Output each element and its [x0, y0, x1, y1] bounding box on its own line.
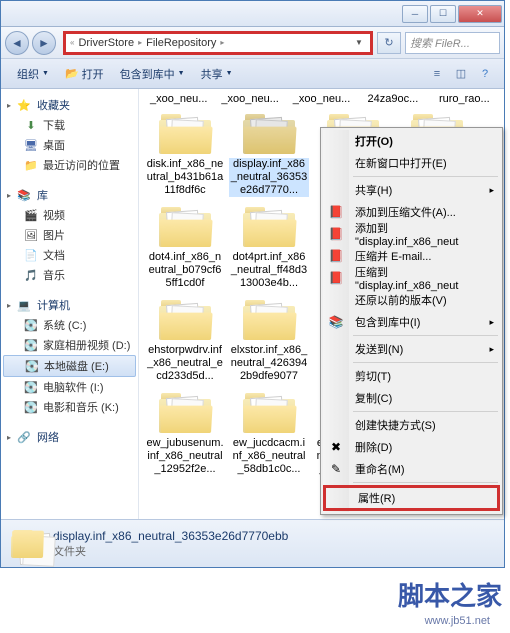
folder-item[interactable]: display.inf_x86_neutral_36353e26d7770...	[227, 108, 311, 201]
archive-icon: 📕	[328, 227, 344, 241]
status-bar: display.inf_x86_neutral_36353e26d7770ebb…	[1, 519, 504, 567]
organize-menu[interactable]: 组织▼	[9, 59, 57, 88]
folder-label: dot4.inf_x86_neutral_b079cf65ff1cd0f	[145, 251, 225, 290]
folder-label: dot4prt.inf_x86_neutral_ff48d313003e4b..…	[229, 251, 309, 290]
address-dropdown[interactable]: ▼	[352, 33, 366, 53]
folder-label: disk.inf_x86_neutral_b431b61a11f8df6c	[145, 158, 225, 197]
folder-icon	[157, 391, 213, 435]
status-name: display.inf_x86_neutral_36353e26d7770ebb	[53, 529, 288, 543]
ctx-rename[interactable]: ✎重命名(M)	[323, 458, 500, 480]
chevron-right-icon[interactable]: ▸	[220, 38, 224, 47]
folder-icon	[241, 205, 297, 249]
sidebar-item-drive-d[interactable]: 💽家庭相册视频 (D:)	[1, 335, 138, 355]
back-button[interactable]: ◄	[5, 31, 29, 55]
sidebar: ▸⭐收藏夹 ⬇下载 🖥桌面 📁最近访问的位置 ▸📚库 🎬视频 🖼图片 📄文档 🎵…	[1, 89, 139, 567]
folder-icon	[157, 205, 213, 249]
folder-icon	[241, 112, 297, 156]
watermark: 脚本之家	[398, 576, 502, 613]
ctx-open[interactable]: 打开(O)	[323, 130, 500, 152]
ctx-restore-versions[interactable]: 还原以前的版本(V)	[323, 289, 500, 311]
search-input[interactable]: 搜索 FileR...	[405, 32, 500, 54]
sidebar-item-downloads[interactable]: ⬇下载	[1, 115, 138, 135]
forward-button[interactable]: ►	[32, 31, 56, 55]
open-button[interactable]: 📂打开	[57, 59, 112, 88]
preview-pane-button[interactable]: ◫	[450, 63, 472, 85]
address-bar[interactable]: « DriverStore ▸ FileRepository ▸ ▼	[63, 31, 373, 55]
sidebar-item-desktop[interactable]: 🖥桌面	[1, 135, 138, 155]
folder-item[interactable]: ew_jubusenum.inf_x86_neutral_12952f2e...	[143, 387, 227, 480]
folder-label: elxstor.inf_x86_neutral_4263942b9dfe9077	[229, 344, 309, 383]
breadcrumb-item[interactable]: FileRepository	[142, 37, 220, 49]
navbar: ◄ ► « DriverStore ▸ FileRepository ▸ ▼ ↻…	[1, 27, 504, 59]
archive-icon: 📕	[328, 205, 344, 219]
ctx-share[interactable]: 共享(H)▸	[323, 179, 500, 201]
ctx-shortcut[interactable]: 创建快捷方式(S)	[323, 414, 500, 436]
folder-label: ehstorpwdrv.inf_x86_neutral_ecd233d5d...	[145, 344, 225, 383]
partial-row: _xoo_neu... _xoo_neu... _xoo_neu... 24za…	[143, 93, 500, 106]
sidebar-item-videos[interactable]: 🎬视频	[1, 205, 138, 225]
ctx-delete[interactable]: ✖删除(D)	[323, 436, 500, 458]
titlebar: ─ ☐ ✕	[1, 1, 504, 27]
ctx-send-to[interactable]: 发送到(N)▸	[323, 338, 500, 360]
folder-item[interactable]: dot4prt.inf_x86_neutral_ff48d313003e4b..…	[227, 201, 311, 294]
watermark-url: www.jb51.net	[425, 615, 490, 627]
folder-icon	[9, 528, 45, 560]
ctx-open-new-window[interactable]: 在新窗口中打开(E)	[323, 152, 500, 174]
refresh-button[interactable]: ↻	[377, 32, 401, 54]
sidebar-favorites[interactable]: ▸⭐收藏夹	[1, 95, 138, 115]
context-menu: 打开(O) 在新窗口中打开(E) 共享(H)▸ 📕添加到压缩文件(A)... 📕…	[320, 127, 503, 515]
folder-item[interactable]: disk.inf_x86_neutral_b431b61a11f8df6c	[143, 108, 227, 201]
sidebar-item-drive-i[interactable]: 💽电脑软件 (I:)	[1, 377, 138, 397]
folder-icon	[241, 391, 297, 435]
archive-icon: 📕	[328, 271, 344, 285]
sidebar-computer[interactable]: ▸💻计算机	[1, 295, 138, 315]
view-button[interactable]: ≡	[426, 63, 448, 85]
breadcrumb-item[interactable]: DriverStore	[74, 37, 138, 49]
folder-item[interactable]: dot4.inf_x86_neutral_b079cf65ff1cd0f	[143, 201, 227, 294]
help-button[interactable]: ?	[474, 63, 496, 85]
sidebar-item-drive-e[interactable]: 💽本地磁盘 (E:)	[3, 355, 136, 377]
toolbar: 组织▼ 📂打开 包含到库中▼ 共享▼ ≡ ◫ ?	[1, 59, 504, 89]
ctx-add-to[interactable]: 📕添加到 "display.inf_x86_neut	[323, 223, 500, 245]
sidebar-item-pictures[interactable]: 🖼图片	[1, 225, 138, 245]
delete-icon: ✖	[328, 440, 344, 454]
folder-icon	[157, 112, 213, 156]
ctx-zip-to[interactable]: 📕压缩到 "display.inf_x86_neut	[323, 267, 500, 289]
folder-item[interactable]: ew_jucdcacm.inf_x86_neutral_58db1c0c...	[227, 387, 311, 480]
archive-icon: 📕	[328, 249, 344, 263]
sidebar-item-music[interactable]: 🎵音乐	[1, 265, 138, 285]
sidebar-item-documents[interactable]: 📄文档	[1, 245, 138, 265]
status-type: 文件夹	[53, 543, 288, 559]
folder-item[interactable]: elxstor.inf_x86_neutral_4263942b9dfe9077	[227, 294, 311, 387]
folder-label: ew_jubusenum.inf_x86_neutral_12952f2e...	[145, 437, 225, 476]
ctx-properties[interactable]: 属性(R)	[323, 485, 500, 511]
sidebar-item-recent[interactable]: 📁最近访问的位置	[1, 155, 138, 175]
sidebar-libraries[interactable]: ▸📚库	[1, 185, 138, 205]
sidebar-item-drive-c[interactable]: 💽系统 (C:)	[1, 315, 138, 335]
close-button[interactable]: ✕	[458, 5, 502, 23]
folder-icon	[157, 298, 213, 342]
ctx-cut[interactable]: 剪切(T)	[323, 365, 500, 387]
minimize-button[interactable]: ─	[402, 5, 428, 23]
share-menu[interactable]: 共享▼	[193, 59, 241, 88]
folder-label: ew_jucdcacm.inf_x86_neutral_58db1c0c...	[229, 437, 309, 476]
ctx-include-library[interactable]: 📚包含到库中(I)▸	[323, 311, 500, 333]
ctx-copy[interactable]: 复制(C)	[323, 387, 500, 409]
sidebar-network[interactable]: ▸🔗网络	[1, 427, 138, 447]
folder-icon	[241, 298, 297, 342]
sidebar-item-drive-k[interactable]: 💽电影和音乐 (K:)	[1, 397, 138, 417]
include-menu[interactable]: 包含到库中▼	[112, 59, 193, 88]
rename-icon: ✎	[328, 462, 344, 476]
folder-item[interactable]: ehstorpwdrv.inf_x86_neutral_ecd233d5d...	[143, 294, 227, 387]
library-icon: 📚	[328, 315, 344, 329]
maximize-button[interactable]: ☐	[430, 5, 456, 23]
folder-label: display.inf_x86_neutral_36353e26d7770...	[229, 158, 309, 197]
